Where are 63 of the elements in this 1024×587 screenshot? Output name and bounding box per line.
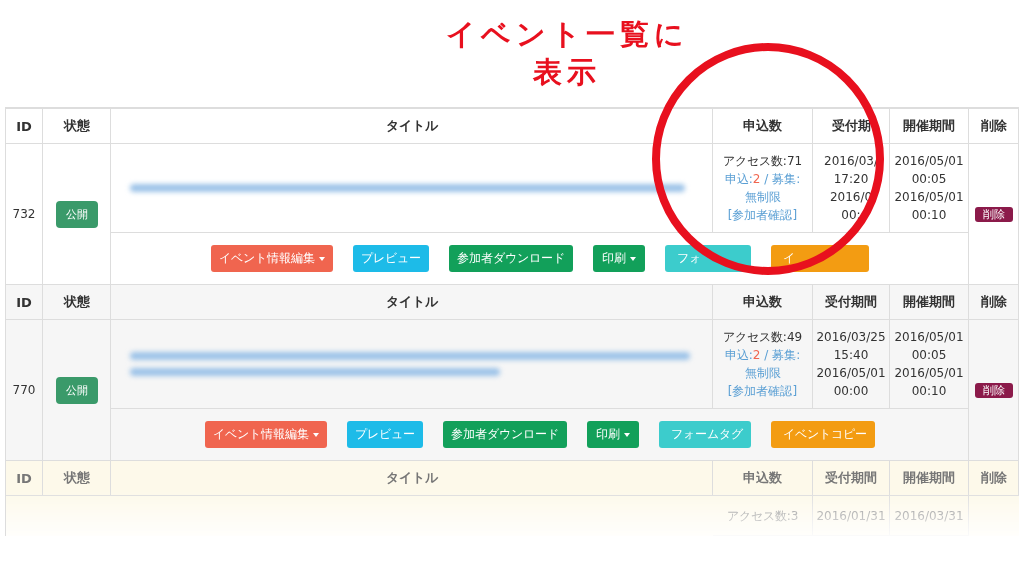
event-date: 00:05 xyxy=(911,347,947,364)
event-id: 732 xyxy=(12,207,36,221)
status-header: 状態 xyxy=(63,293,90,311)
event-date: 2016/03/31 xyxy=(894,507,964,525)
annotation-text: イベント一覧に xyxy=(445,16,689,51)
delete-header: 削除 xyxy=(980,469,1007,487)
event-date: 00:10 xyxy=(911,207,947,224)
reception-date: 00:00 xyxy=(833,383,869,400)
access-count: アクセス数:3 xyxy=(726,507,799,525)
reception-header: 受付期間 xyxy=(825,293,877,311)
participants-link[interactable]: [参加者確認] xyxy=(720,206,805,224)
delete-button[interactable]: 削除 xyxy=(974,206,1013,222)
download-button[interactable]: 参加者ダウンロード xyxy=(442,421,567,448)
download-button[interactable]: 参加者ダウンロード xyxy=(448,245,573,272)
title-header: タイトル xyxy=(385,293,438,311)
event-date: 00:05 xyxy=(911,171,947,188)
reception-date: 2016/03/ xyxy=(824,153,878,170)
delete-button[interactable]: 削除 xyxy=(974,382,1013,398)
period-header: 開催期間 xyxy=(903,469,955,487)
reception-date: 2016/05/01 xyxy=(816,365,886,382)
event-date: 2016/05/01 xyxy=(894,189,964,206)
event-date: 2016/05/01 xyxy=(894,365,964,382)
reception-date: 00: xyxy=(841,207,861,224)
period-header: 開催期間 xyxy=(903,117,955,135)
reception-header: 受付期 xyxy=(831,117,871,135)
reception-date: 15:40 xyxy=(833,347,869,364)
applications-header: 申込数 xyxy=(743,469,782,487)
access-count: アクセス数:49 xyxy=(722,329,803,346)
event-date: 2016/05/01 xyxy=(894,329,964,346)
status-header: 状態 xyxy=(63,117,90,135)
reception-date: 17:20 xyxy=(833,171,869,188)
period-header: 開催期間 xyxy=(903,293,955,311)
application-count: 申込:2 / 募集: 無制限 xyxy=(723,171,802,206)
formtag-button[interactable]: フォームタグ xyxy=(658,421,751,448)
applications-header: 申込数 xyxy=(743,117,782,135)
status-badge: 公開 xyxy=(55,200,98,228)
edit-button[interactable]: イベント情報編集 xyxy=(210,245,333,272)
participants-link[interactable]: [参加者確認] xyxy=(720,382,805,400)
status-header: 状態 xyxy=(63,469,90,487)
title-header: タイトル xyxy=(385,469,438,487)
preview-button[interactable]: プレビュー xyxy=(346,421,423,448)
print-button[interactable]: 印刷 xyxy=(592,245,645,272)
id-header: ID xyxy=(16,118,32,134)
reception-header: 受付期間 xyxy=(825,469,877,487)
preview-button[interactable]: プレビュー xyxy=(352,245,429,272)
title-header: タイトル xyxy=(385,117,438,135)
id-header: ID xyxy=(16,294,32,310)
event-date: 00:10 xyxy=(911,383,947,400)
reception-date: 2016/03/25 xyxy=(816,329,886,346)
print-button[interactable]: 印刷 xyxy=(586,421,639,448)
access-count: アクセス数:71 xyxy=(722,153,803,170)
annotation-text: 表示 xyxy=(533,54,601,89)
edit-button[interactable]: イベント情報編集 xyxy=(204,421,327,448)
copy-button[interactable]: イベントコピー xyxy=(770,421,875,448)
event-date: 2016/05/01 xyxy=(894,153,964,170)
status-badge: 公開 xyxy=(55,376,98,404)
delete-header: 削除 xyxy=(980,117,1007,135)
delete-header: 削除 xyxy=(980,293,1007,311)
reception-date: 2016/01/31 xyxy=(816,507,886,525)
applications-header: 申込数 xyxy=(743,293,782,311)
event-id: 770 xyxy=(12,383,36,397)
application-count: 申込:2 / 募集: 無制限 xyxy=(723,347,802,382)
id-header: ID xyxy=(16,470,32,486)
